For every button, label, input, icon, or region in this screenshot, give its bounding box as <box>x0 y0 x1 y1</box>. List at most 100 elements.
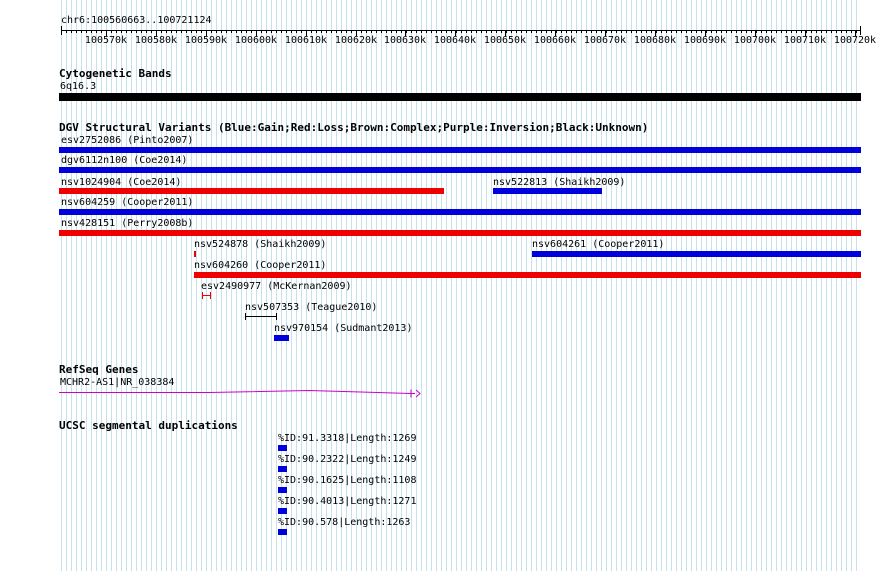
ruler-minor-tick <box>341 31 342 33</box>
ruler-minor-tick <box>66 31 67 33</box>
ruler-minor-tick <box>396 31 397 33</box>
ruler-minor-tick <box>411 31 412 33</box>
ruler-minor-tick <box>591 31 592 33</box>
ruler-minor-tick <box>601 31 602 33</box>
ruler-minor-tick <box>211 31 212 33</box>
ruler-minor-tick <box>641 31 642 33</box>
ruler-minor-tick <box>711 31 712 33</box>
ruler-minor-tick <box>831 31 832 33</box>
ruler-minor-tick <box>801 31 802 33</box>
ruler-minor-tick <box>196 31 197 33</box>
ruler-minor-tick <box>491 31 492 33</box>
ruler-minor-tick <box>336 31 337 33</box>
ruler-minor-tick <box>576 31 577 33</box>
ruler-minor-tick <box>506 31 507 33</box>
ruler-tick-label: 100670k <box>583 35 627 46</box>
ruler-minor-tick <box>501 31 502 33</box>
ruler-minor-tick <box>466 31 467 33</box>
variant-label: nsv604259 (Cooper2011) <box>61 197 194 208</box>
segdup-bar[interactable] <box>278 466 287 472</box>
variant-label: nsv604261 (Cooper2011) <box>532 239 665 250</box>
ruler-minor-tick <box>171 31 172 33</box>
ruler-minor-tick <box>816 31 817 33</box>
segdup-bar[interactable] <box>278 445 287 451</box>
variant-bar[interactable] <box>59 209 861 215</box>
ruler-minor-tick <box>246 31 247 33</box>
ruler-minor-tick <box>716 31 717 33</box>
ruler-minor-tick <box>121 31 122 33</box>
ruler-minor-tick <box>261 31 262 33</box>
ruler-minor-tick <box>851 31 852 33</box>
variant-bar[interactable] <box>59 167 861 173</box>
ruler-minor-tick <box>321 31 322 33</box>
cytoband-bar[interactable] <box>59 93 861 101</box>
variant-bar[interactable] <box>59 188 444 194</box>
segdup-bar[interactable] <box>278 508 287 514</box>
ruler-minor-tick <box>226 31 227 33</box>
cytoband-label: 6q16.3 <box>60 81 97 92</box>
ruler-minor-tick <box>446 31 447 33</box>
ruler-minor-tick <box>381 31 382 33</box>
ruler-minor-tick <box>596 31 597 33</box>
segdup-bar[interactable] <box>278 529 287 535</box>
ruler-minor-tick <box>236 31 237 33</box>
ruler-minor-tick <box>486 31 487 33</box>
ruler-minor-tick <box>621 31 622 33</box>
ruler-minor-tick <box>586 31 587 33</box>
ruler-minor-tick <box>671 31 672 33</box>
ruler-tick-label: 100590k <box>184 35 228 46</box>
ruler-minor-tick <box>296 31 297 33</box>
variant-bar[interactable] <box>493 188 602 194</box>
ruler-minor-tick <box>691 31 692 33</box>
ruler-tick-label: 100620k <box>334 35 378 46</box>
ruler-minor-tick <box>766 31 767 33</box>
ruler-minor-tick <box>251 31 252 33</box>
ruler-minor-tick <box>666 31 667 33</box>
genome-browser-view: chr6:100560663..100721124 100570k 100580k… <box>0 0 890 571</box>
ruler-minor-tick <box>516 31 517 33</box>
variant-bar[interactable] <box>194 251 196 257</box>
segdup-label: %ID:90.1625|Length:1108 <box>278 475 417 486</box>
ruler-minor-tick <box>436 31 437 33</box>
variant-label: dgv6112n100 (Coe2014) <box>61 155 188 166</box>
variant-bar[interactable] <box>59 230 861 236</box>
ruler-tick-label: 100610k <box>284 35 328 46</box>
ruler-minor-tick <box>706 31 707 33</box>
ruler-minor-tick <box>241 31 242 33</box>
ruler-minor-tick <box>796 31 797 33</box>
ruler-tick-label: 100600k <box>234 35 278 46</box>
ruler-minor-tick <box>776 31 777 33</box>
ruler-minor-tick <box>811 31 812 33</box>
ruler-minor-tick <box>311 31 312 33</box>
ruler-tick-label: 100630k <box>383 35 427 46</box>
segdup-label: %ID:90.2322|Length:1249 <box>278 454 417 465</box>
ruler-minor-tick <box>71 31 72 33</box>
ruler-minor-tick <box>471 31 472 33</box>
gene-model[interactable] <box>59 387 429 401</box>
ruler-minor-tick <box>61 31 62 33</box>
variant-bar[interactable] <box>532 251 861 257</box>
variant-bar[interactable] <box>194 272 861 278</box>
variant-bar[interactable] <box>59 147 861 153</box>
variant-bar[interactable] <box>245 313 277 320</box>
ruler-minor-tick <box>841 31 842 33</box>
ruler-tick-label: 100650k <box>483 35 527 46</box>
variant-bar[interactable] <box>202 292 211 299</box>
ruler-minor-tick <box>391 31 392 33</box>
ruler-minor-tick <box>536 31 537 33</box>
ruler-minor-tick <box>136 31 137 33</box>
ruler-minor-tick <box>186 31 187 33</box>
ruler-minor-tick <box>201 31 202 33</box>
ruler-minor-tick <box>161 31 162 33</box>
ruler-minor-tick <box>806 31 807 33</box>
ruler-minor-tick <box>751 31 752 33</box>
segdup-bar[interactable] <box>278 487 287 493</box>
ruler-minor-tick <box>696 31 697 33</box>
ruler-minor-tick <box>291 31 292 33</box>
segdup-label: %ID:91.3318|Length:1269 <box>278 433 417 444</box>
ruler-minor-tick <box>556 31 557 33</box>
variant-bar[interactable] <box>274 335 289 341</box>
ruler-minor-tick <box>761 31 762 33</box>
ruler-minor-tick <box>101 31 102 33</box>
ruler-minor-tick <box>561 31 562 33</box>
